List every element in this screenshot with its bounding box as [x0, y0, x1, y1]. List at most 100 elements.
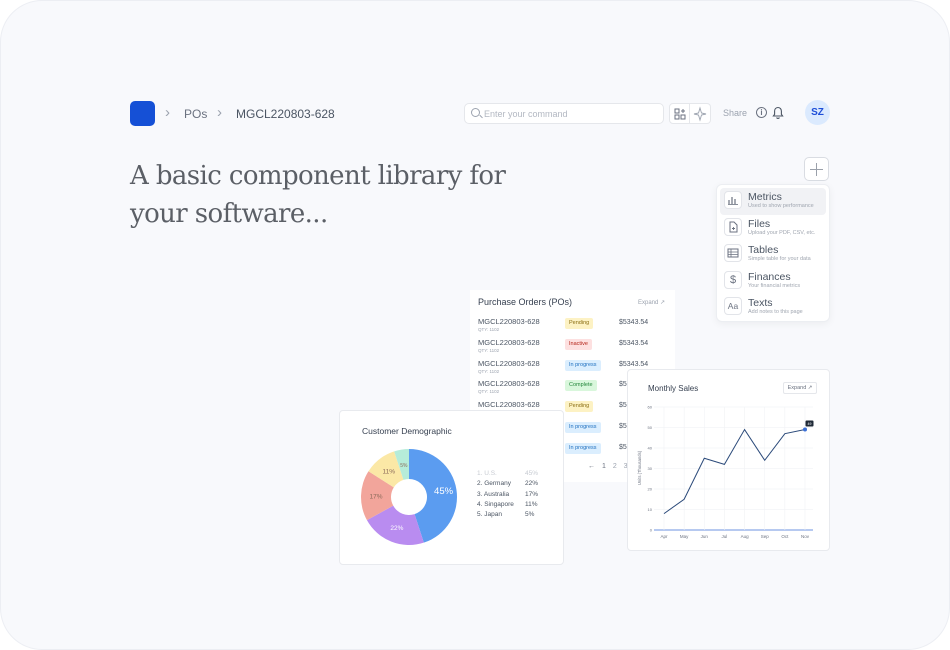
slice-label: 5%	[400, 463, 408, 469]
legend-label: 3. Australia	[477, 490, 510, 498]
app-logo[interactable]	[130, 101, 155, 126]
y-tick-label: 60	[648, 405, 653, 410]
menu-item-tables[interactable]: Tables Simple table for your data	[720, 241, 826, 268]
demographic-legend: 1. U.S. 45% 2. Germany 22% 3. Australia 17%…	[477, 470, 557, 521]
y-tick-label: 0	[650, 528, 653, 533]
menu-item-finances[interactable]: $ Finances Your financial metrics	[720, 268, 826, 295]
x-tick-label: Nov	[801, 534, 810, 539]
menu-item-title: Metrics	[748, 191, 782, 203]
x-tick-label: Apr	[660, 534, 668, 539]
slice-label: 22%	[390, 525, 403, 532]
grid-plus-icon	[674, 108, 686, 120]
page-2[interactable]: 2	[613, 463, 617, 470]
bar-chart-icon	[724, 191, 742, 209]
menu-item-metrics[interactable]: Metrics Used to show performance	[720, 188, 826, 215]
status-badge: In progress	[565, 359, 601, 371]
menu-item-title: Finances	[748, 270, 791, 283]
po-id: MGCL220803-628	[478, 337, 540, 347]
legend-label: 4. Singapore	[477, 500, 514, 508]
monthly-sales-line-chart: 0 10 20 30 40 50 60 Apr May Jun Jul Aug Sep Oct Nov Uni…	[637, 405, 814, 539]
chevron-right-icon: ›	[217, 104, 222, 121]
menu-item-files[interactable]: Files Upload your PDF, CSV, etc.	[720, 215, 826, 242]
status-badge: Pending	[565, 401, 594, 413]
highlight-point[interactable]	[803, 427, 807, 432]
prev-page-arrow-icon[interactable]: ←	[588, 463, 595, 470]
y-tick-label: 50	[648, 425, 653, 430]
y-tick-label: 30	[648, 466, 653, 471]
x-tick-label: Aug	[741, 534, 750, 539]
legend-value: 22%	[525, 480, 539, 488]
po-id: MGCL220803-628	[478, 317, 540, 326]
apps-button[interactable]	[669, 103, 690, 124]
table-icon	[724, 244, 742, 262]
breadcrumb-current[interactable]: MGCL220803-628	[236, 107, 335, 121]
sparkle-icon	[693, 106, 707, 122]
po-card-title: Purchase Orders (POs)	[478, 297, 573, 307]
y-tick-label: 10	[648, 507, 653, 512]
legend-value: 17%	[525, 490, 539, 498]
page-title: A basic component library for your softw…	[130, 161, 506, 229]
y-tick-label: 40	[648, 446, 653, 451]
menu-item-subtitle: Used to show performance	[748, 203, 814, 209]
menu-item-title: Tables	[748, 244, 779, 256]
menu-item-subtitle: Upload your PDF, CSV, etc.	[748, 229, 816, 236]
legend-row: 4. Singapore 11%	[477, 501, 557, 511]
legend-row: 3. Australia 17%	[477, 491, 557, 501]
sales-line	[663, 428, 806, 515]
x-tick-label: Jun	[701, 534, 709, 539]
status-badge: Inactive	[565, 338, 592, 350]
add-block-button[interactable]	[804, 157, 829, 181]
search-icon	[471, 108, 480, 117]
po-amount: $5343.54	[619, 319, 649, 326]
command-bar[interactable]	[464, 103, 664, 124]
po-amount: $5343.54	[619, 339, 649, 347]
status-badge: Complete	[565, 380, 597, 392]
command-input[interactable]	[484, 106, 654, 121]
menu-item-texts[interactable]: Aa Texts Add notes to this page	[720, 294, 826, 321]
table-row[interactable]: MGCL220803-628 QTY: 1102 Inactive $5343.54	[478, 338, 673, 358]
po-id: MGCL220803-628	[478, 358, 540, 368]
po-id: MGCL220803-628	[478, 379, 540, 389]
legend-row: 5. Japan 5%	[477, 511, 557, 521]
po-qty: QTY: 1102	[478, 347, 500, 353]
po-qty: QTY: 1102	[478, 368, 500, 374]
po-expand-button[interactable]: Expand ↗	[638, 299, 665, 306]
dollar-icon: $	[724, 270, 742, 289]
menu-item-subtitle: Add notes to this page	[748, 309, 803, 315]
menu-item-title: Files	[748, 217, 771, 230]
customer-demographic-card: Customer Demographic 45% 22% 17% 11% 5% 1. U…	[339, 410, 564, 565]
po-qty: QTY: 1102	[478, 389, 500, 395]
bell-icon[interactable]	[772, 106, 784, 120]
text-icon: Aa	[724, 297, 742, 315]
monthly-sales-card: Monthly Sales Expand ↗ 0 10 20 30 40 50 60 Apr M…	[627, 369, 830, 551]
tooltip-value: 49	[808, 422, 812, 426]
add-block-menu: Metrics Used to show performance Files U…	[716, 184, 830, 322]
status-badge: Pending	[565, 318, 594, 329]
status-badge: In progress	[565, 422, 601, 433]
ai-button[interactable]	[690, 103, 711, 124]
share-button[interactable]: Share	[723, 108, 747, 118]
legend-row: 2. Germany 22%	[477, 480, 557, 490]
po-id: MGCL220803-628	[478, 400, 540, 410]
legend-row: 1. U.S. 45%	[477, 470, 557, 480]
x-tick-label: May	[680, 534, 689, 539]
info-icon[interactable]: i	[756, 107, 767, 118]
po-qty: QTY: 1102	[478, 327, 500, 332]
menu-item-title: Texts	[748, 297, 773, 309]
legend-value: 5%	[525, 511, 535, 519]
breadcrumb-pos[interactable]: POs	[184, 107, 207, 121]
y-tick-label: 20	[648, 487, 653, 492]
y-axis-label: Units (Thousands)	[637, 450, 642, 485]
legend-label: 2. Germany	[477, 480, 511, 488]
page-1[interactable]: 1	[602, 463, 606, 470]
slice-label: 17%	[370, 493, 383, 500]
avatar[interactable]: SZ	[805, 100, 830, 125]
x-tick-label: Jul	[722, 534, 728, 539]
slice-label: 11%	[383, 468, 396, 475]
x-tick-label: Sep	[761, 534, 770, 539]
po-amount: $5343.54	[619, 360, 649, 368]
legend-value: 11%	[525, 500, 538, 508]
table-row[interactable]: MGCL220803-628QTY: 1102 Pending $5343.54	[478, 317, 673, 337]
legend-value: 45%	[525, 470, 539, 477]
legend-label: 1. U.S.	[477, 470, 497, 477]
